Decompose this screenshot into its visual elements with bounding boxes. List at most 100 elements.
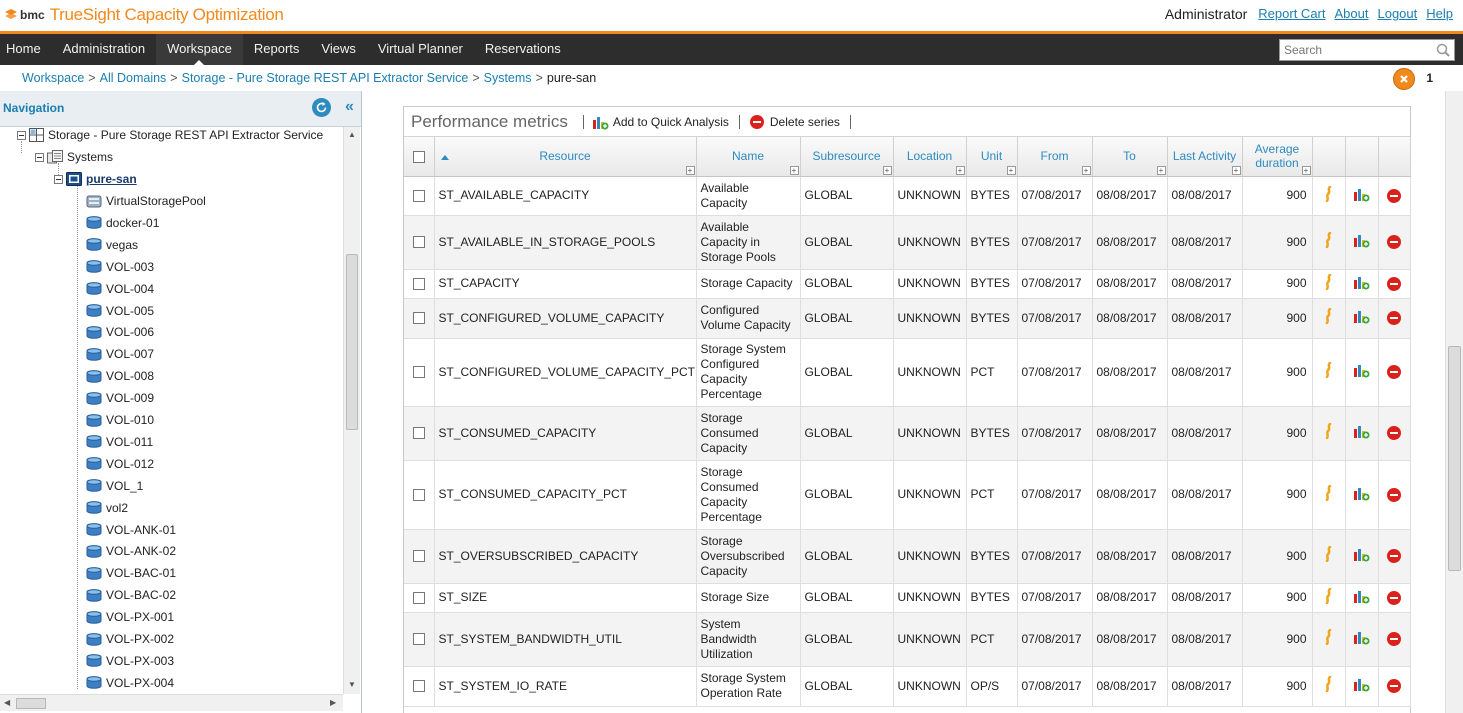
menu-reservations[interactable]: Reservations xyxy=(474,34,572,65)
tree-node-child[interactable]: VOL_1 xyxy=(86,476,143,496)
graph-icon[interactable] xyxy=(1324,231,1334,251)
help-link[interactable]: Help xyxy=(1426,6,1453,22)
refresh-icon[interactable] xyxy=(312,98,331,117)
table-row[interactable]: ST_SIZE Storage Size GLOBAL UNKNOWN BYTES 07/… xyxy=(404,583,1411,613)
tree-node-child[interactable]: VOL-PX-004 xyxy=(86,673,174,693)
row-checkbox[interactable] xyxy=(412,488,425,501)
table-row[interactable]: ST_CONFIGURED_VOLUME_CAPACITY_PCT Storage… xyxy=(404,338,1411,407)
breadcrumb-domain[interactable]: Storage - Pure Storage REST API Extracto… xyxy=(182,71,469,85)
tree-node-child[interactable]: VOL-012 xyxy=(86,454,154,474)
column-menu-icon[interactable]: + xyxy=(789,165,799,175)
row-checkbox[interactable] xyxy=(412,366,425,379)
tree-node-child[interactable]: VOL-ANK-02 xyxy=(86,541,176,561)
graph-icon[interactable] xyxy=(1324,628,1334,648)
tree-node-child[interactable]: vol2 xyxy=(86,498,128,518)
column-to[interactable]: To + xyxy=(1092,137,1168,177)
delete-row-icon[interactable] xyxy=(1387,426,1401,441)
tree-node-child[interactable]: VOL-PX-003 xyxy=(86,651,174,671)
tree-vertical-scrollbar[interactable]: ▲ ▼ xyxy=(343,127,360,694)
column-menu-icon[interactable]: + xyxy=(1156,165,1166,175)
delete-row-icon[interactable] xyxy=(1387,590,1401,605)
tree-node-child[interactable]: VOL-010 xyxy=(86,410,154,430)
row-checkbox[interactable] xyxy=(412,427,425,440)
graph-icon[interactable] xyxy=(1324,185,1334,205)
column-resource[interactable]: Resource + xyxy=(434,137,697,177)
breadcrumb-all-domains[interactable]: All Domains xyxy=(100,71,167,85)
tree-node-child[interactable]: VirtualStoragePool xyxy=(86,191,206,211)
row-checkbox[interactable] xyxy=(412,550,425,563)
about-link[interactable]: About xyxy=(1335,6,1369,22)
logout-link[interactable]: Logout xyxy=(1377,6,1417,22)
search-icon[interactable] xyxy=(1436,43,1450,60)
table-row[interactable]: ST_SYSTEM_IO_RATE Storage System Operatio… xyxy=(404,666,1411,707)
add-analysis-icon[interactable] xyxy=(1353,632,1370,648)
search-input[interactable] xyxy=(1280,40,1430,60)
column-location[interactable]: Location + xyxy=(893,137,967,177)
graph-icon[interactable] xyxy=(1324,307,1334,327)
scroll-down-icon[interactable]: ▼ xyxy=(348,680,356,689)
row-checkbox[interactable] xyxy=(412,189,425,202)
add-analysis-icon[interactable] xyxy=(1353,188,1370,205)
tree-node-child[interactable]: VOL-BAC-02 xyxy=(86,585,176,605)
scrollbar-thumb[interactable] xyxy=(1448,346,1461,571)
close-icon[interactable] xyxy=(1393,68,1415,90)
menu-workspace[interactable]: Workspace xyxy=(156,34,243,65)
scroll-right-icon[interactable]: ▶ xyxy=(330,698,336,707)
add-analysis-icon[interactable] xyxy=(1353,679,1370,695)
menu-administration[interactable]: Administration xyxy=(52,34,156,65)
graph-icon[interactable] xyxy=(1324,422,1334,442)
table-row[interactable]: ST_CONSUMED_CAPACITY_PCT Storage Consumed… xyxy=(404,460,1411,530)
row-checkbox[interactable] xyxy=(412,633,425,646)
column-menu-icon[interactable]: + xyxy=(1301,165,1311,175)
delete-row-icon[interactable] xyxy=(1387,679,1401,694)
report-cart-link[interactable]: Report Cart xyxy=(1258,6,1325,22)
collapse-toggle-icon[interactable] xyxy=(54,174,63,184)
menu-virtual-planner[interactable]: Virtual Planner xyxy=(367,34,474,65)
column-last-activity[interactable]: Last Activity + xyxy=(1167,137,1243,177)
tree-horizontal-scrollbar[interactable]: ◀ ▶ xyxy=(0,694,343,711)
row-checkbox[interactable] xyxy=(412,680,425,693)
collapse-toggle-icon[interactable] xyxy=(17,130,26,140)
tree-node-child[interactable]: VOL-BAC-01 xyxy=(86,563,176,583)
row-checkbox[interactable] xyxy=(412,236,425,249)
menu-views[interactable]: Views xyxy=(310,34,366,65)
tree-node-child[interactable]: docker-01 xyxy=(86,213,159,233)
tree-node-child[interactable]: VOL-004 xyxy=(86,279,154,299)
delete-row-icon[interactable] xyxy=(1387,276,1401,291)
row-checkbox[interactable] xyxy=(412,312,425,325)
add-analysis-icon[interactable] xyxy=(1353,311,1370,327)
delete-row-icon[interactable] xyxy=(1387,549,1401,564)
table-row[interactable]: ST_AVAILABLE_IN_STORAGE_POOLS Available C… xyxy=(404,215,1411,270)
add-analysis-icon[interactable] xyxy=(1353,487,1370,504)
add-analysis-icon[interactable] xyxy=(1353,549,1370,565)
menu-home[interactable]: Home xyxy=(0,34,52,65)
row-checkbox[interactable] xyxy=(412,591,425,604)
add-analysis-icon[interactable] xyxy=(1353,426,1370,442)
tree-node-child[interactable]: VOL-003 xyxy=(86,257,154,277)
delete-row-icon[interactable] xyxy=(1387,365,1401,380)
delete-series-button[interactable]: Delete series xyxy=(749,114,840,129)
add-to-quick-analysis-button[interactable]: Add to Quick Analysis xyxy=(592,114,729,130)
graph-icon[interactable] xyxy=(1324,587,1334,607)
select-all-checkbox[interactable] xyxy=(412,151,425,164)
graph-icon[interactable] xyxy=(1324,273,1334,293)
column-average-duration[interactable]: Average duration + xyxy=(1242,137,1313,177)
table-row[interactable]: ST_CAPACITY Storage Capacity GLOBAL UNKNOWN… xyxy=(404,269,1411,299)
breadcrumb-systems[interactable]: Systems xyxy=(484,71,532,85)
column-menu-icon[interactable]: + xyxy=(1231,165,1241,175)
column-from[interactable]: From + xyxy=(1017,137,1093,177)
tree-node-child[interactable]: VOL-PX-002 xyxy=(86,629,174,649)
add-analysis-icon[interactable] xyxy=(1353,590,1370,607)
tree-node-child[interactable]: VOL-008 xyxy=(86,366,154,386)
column-menu-icon[interactable]: + xyxy=(882,165,892,175)
table-row[interactable]: ST_SYSTEM_BANDWIDTH_UTIL System Bandwidth… xyxy=(404,612,1411,667)
column-menu-icon[interactable]: + xyxy=(1081,165,1091,175)
collapse-toggle-icon[interactable] xyxy=(35,152,44,162)
row-checkbox[interactable] xyxy=(412,277,425,290)
column-menu-icon[interactable]: + xyxy=(685,165,695,175)
scroll-left-icon[interactable]: ◀ xyxy=(4,698,10,707)
column-menu-icon[interactable]: + xyxy=(955,165,965,175)
menu-reports[interactable]: Reports xyxy=(243,34,311,65)
page-vertical-scrollbar[interactable] xyxy=(1445,91,1463,713)
scrollbar-thumb[interactable] xyxy=(16,698,46,709)
